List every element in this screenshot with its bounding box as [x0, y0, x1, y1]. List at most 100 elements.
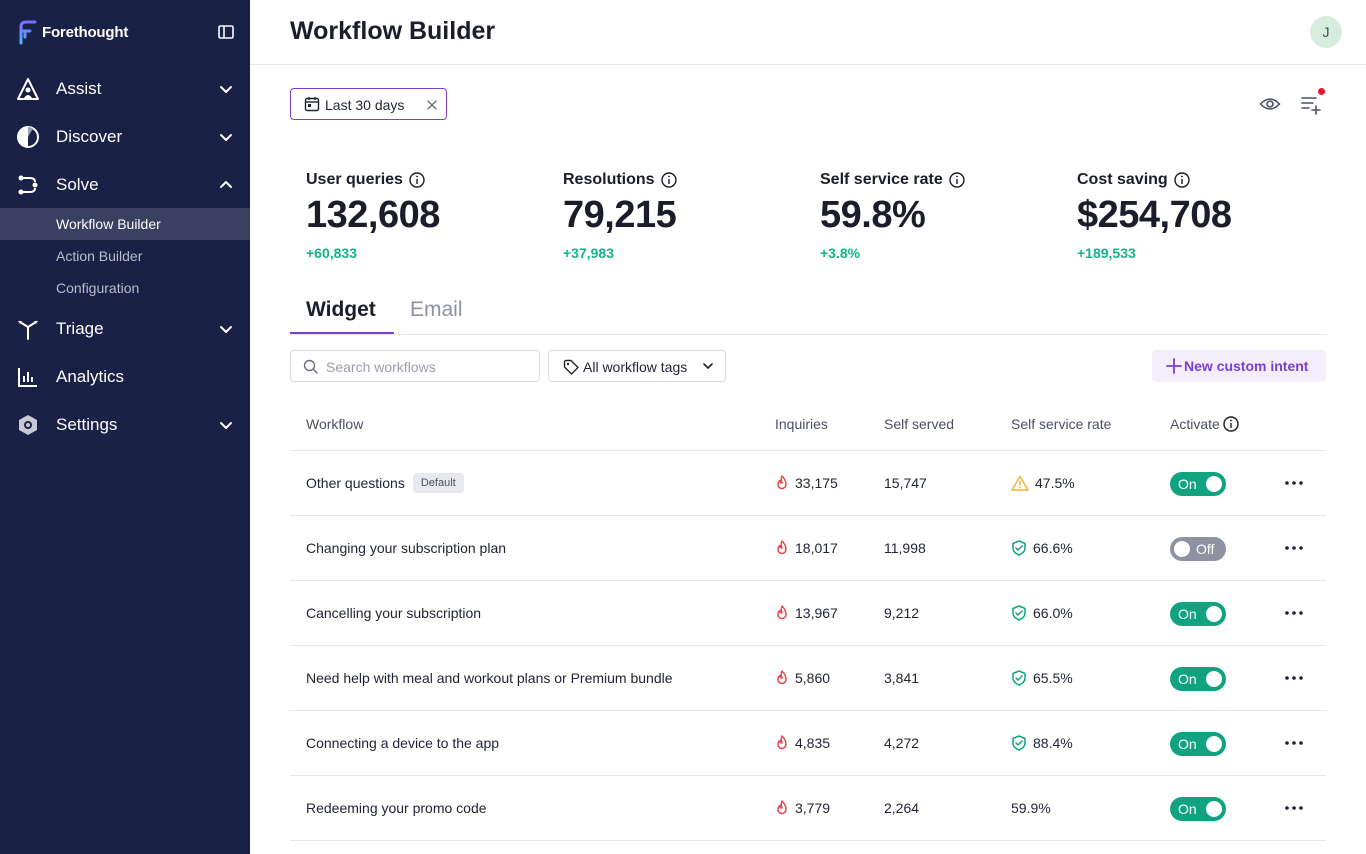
fire-icon: [777, 800, 787, 815]
self-served-cell: 2,264: [884, 800, 919, 816]
workflow-tags-dropdown[interactable]: All workflow tags: [548, 350, 726, 382]
chevron-down-icon[interactable]: [218, 81, 234, 97]
filter-add-icon[interactable]: [1299, 92, 1323, 116]
info-icon[interactable]: [1223, 416, 1239, 432]
more-options-icon[interactable]: [1282, 475, 1306, 491]
rate-value: 66.0%: [1033, 605, 1073, 621]
info-icon[interactable]: [660, 172, 677, 188]
avatar[interactable]: J: [1310, 16, 1342, 48]
sidebar-subitem-configuration[interactable]: Configuration: [0, 272, 250, 304]
more-options-icon[interactable]: [1282, 800, 1306, 816]
rate-value: 66.6%: [1033, 540, 1073, 556]
metric-value: 79,215: [563, 194, 677, 236]
eye-icon[interactable]: [1259, 94, 1281, 114]
sidebar-subitem-action-builder[interactable]: Action Builder: [0, 240, 250, 272]
info-icon[interactable]: [409, 172, 425, 188]
table-row[interactable]: Other questions Default 33,175 15,747 47…: [290, 451, 1326, 516]
column-header-activate-label: Activate: [1170, 416, 1220, 432]
table-row[interactable]: Redeeming your promo code 3,779 2,264 59…: [290, 776, 1326, 841]
info-icon[interactable]: [1173, 172, 1190, 188]
inquiries-value: 13,967: [795, 605, 838, 621]
tab-email[interactable]: Email: [410, 298, 463, 322]
solve-icon: [16, 173, 40, 197]
inquiries-cell: 18,017: [775, 540, 838, 556]
activate-toggle[interactable]: Off: [1170, 537, 1226, 561]
sidebar-item-solve[interactable]: Solve: [0, 163, 250, 207]
more-options-icon[interactable]: [1282, 605, 1306, 621]
activate-toggle[interactable]: On: [1170, 797, 1226, 821]
more-options-icon[interactable]: [1282, 670, 1306, 686]
more-options-icon[interactable]: [1282, 735, 1306, 751]
chevron-down-icon: [703, 363, 713, 369]
shield-check-icon: [1012, 605, 1026, 621]
self-served-value: 4,272: [884, 735, 920, 751]
brand-name: Forethought: [42, 23, 129, 41]
sidebar-item-discover[interactable]: Discover: [0, 115, 250, 159]
metric-value: 59.8%: [820, 194, 926, 236]
activate-toggle[interactable]: On: [1170, 732, 1226, 756]
self-served-cell: 15,747: [884, 475, 927, 491]
page-title: Workflow Builder: [290, 17, 496, 45]
inquiries-value: 3,779: [795, 800, 831, 816]
table-header: Workflow Inquiries Self served Self serv…: [290, 400, 1326, 451]
sidebar-subitem-workflow-builder[interactable]: Workflow Builder: [0, 208, 250, 240]
brand[interactable]: Forethought: [16, 18, 128, 46]
column-header-self-service-rate[interactable]: Self service rate: [1011, 416, 1111, 432]
workflow-name: Cancelling your subscription: [306, 605, 482, 621]
sidebar-item-triage[interactable]: Triage: [0, 307, 250, 351]
chevron-down-icon[interactable]: [218, 129, 234, 145]
shield-check-icon: [1012, 735, 1026, 751]
sidebar-subitem-label: Action Builder: [56, 248, 143, 264]
table-row[interactable]: Need help with meal and workout plans or…: [290, 646, 1326, 711]
default-badge: Default: [412, 473, 464, 493]
chevron-down-icon[interactable]: [218, 417, 234, 433]
chevron-up-icon[interactable]: [218, 177, 234, 193]
sidebar-item-assist[interactable]: Assist: [0, 67, 250, 111]
workflow-cell: Other questions Default: [306, 473, 464, 493]
inquiries-cell: 33,175: [775, 475, 838, 491]
table-row[interactable]: Cancelling your subscription 13,967 9,21…: [290, 581, 1326, 646]
activate-toggle[interactable]: On: [1170, 472, 1226, 496]
self-served-value: 3,841: [884, 670, 920, 686]
sidebar-collapse-icon[interactable]: [216, 22, 236, 42]
warning-icon: [1011, 475, 1029, 491]
rate-cell: 88.4%: [1011, 735, 1073, 751]
workflow-cell: Need help with meal and workout plans or…: [306, 670, 673, 686]
column-header-activate[interactable]: Activate: [1170, 416, 1239, 432]
search-input[interactable]: [326, 357, 526, 377]
metric-delta: +3.8%: [820, 245, 861, 261]
rate-value: 88.4%: [1033, 735, 1073, 751]
rate-value: 47.5%: [1035, 475, 1075, 491]
column-header-self-served[interactable]: Self served: [884, 416, 954, 432]
tag-filter-label: All workflow tags: [583, 359, 688, 375]
metric-label-row: Resolutions: [563, 171, 677, 189]
metric-cost-saving: Cost saving $254,708 +189,533: [1077, 168, 1317, 268]
activate-toggle[interactable]: On: [1170, 602, 1226, 626]
table-row[interactable]: Changing your subscription plan 18,017 1…: [290, 516, 1326, 581]
tab-widget[interactable]: Widget: [306, 298, 376, 322]
table-row[interactable]: Connecting a device to the app 4,835 4,2…: [290, 711, 1326, 776]
rate-value: 59.9%: [1011, 800, 1051, 816]
activate-toggle[interactable]: On: [1170, 667, 1226, 691]
metric-label-row: Cost saving: [1077, 171, 1190, 189]
new-custom-intent-button[interactable]: New custom intent: [1152, 350, 1326, 382]
metric-value: 132,608: [306, 194, 440, 236]
chevron-down-icon[interactable]: [218, 321, 234, 337]
column-header-inquiries[interactable]: Inquiries: [775, 416, 828, 432]
column-header-workflow[interactable]: Workflow: [306, 416, 363, 432]
toggle-label: On: [1178, 476, 1197, 492]
date-range-filter[interactable]: Last 30 days: [290, 88, 447, 120]
info-icon[interactable]: [949, 172, 965, 188]
more-options-icon[interactable]: [1282, 540, 1306, 556]
rate-cell: 65.5%: [1011, 670, 1073, 686]
sidebar-item-settings[interactable]: Settings: [0, 403, 250, 447]
metric-label: Self service rate: [820, 171, 943, 188]
sidebar-item-analytics[interactable]: Analytics: [0, 355, 250, 399]
self-served-value: 9,212: [884, 605, 920, 621]
toggle-label: Off: [1196, 541, 1215, 557]
forethought-logo-icon: [19, 20, 37, 45]
sidebar-item-label: Analytics: [56, 367, 125, 386]
close-icon[interactable]: [425, 98, 439, 112]
toggle-knob: [1174, 541, 1190, 557]
inquiries-cell: 5,860: [775, 670, 830, 686]
